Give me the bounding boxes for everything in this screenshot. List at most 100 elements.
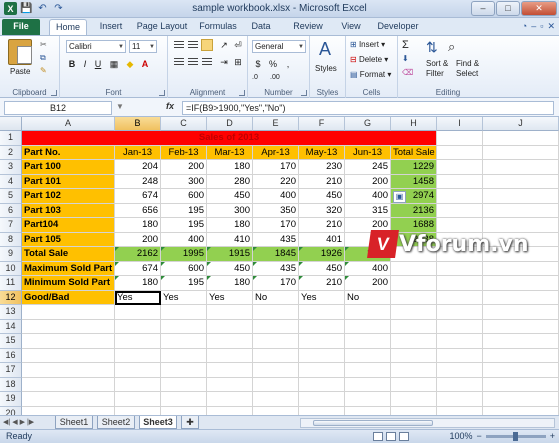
sales-value-cell[interactable]: 315 [345, 203, 391, 218]
name-box[interactable]: B12 [4, 101, 112, 115]
empty-cell[interactable] [115, 377, 161, 392]
sales-value-cell[interactable]: 220 [253, 174, 299, 189]
sales-value-cell[interactable]: 410 [207, 232, 253, 247]
tab-insert[interactable]: Insert [92, 19, 130, 35]
row-header-15[interactable]: 15 [0, 334, 22, 349]
empty-cell[interactable] [483, 348, 559, 363]
sales-value-cell[interactable]: 180 [115, 218, 161, 233]
empty-cell[interactable] [437, 145, 483, 160]
first-sheet-icon[interactable]: ◀| [3, 418, 10, 426]
font-name-combo[interactable]: Calibri ▼ [66, 40, 126, 53]
month-total-cell[interactable]: 1845 [253, 247, 299, 262]
row-header-3[interactable]: 3 [0, 160, 22, 175]
empty-cell[interactable] [22, 406, 115, 415]
good-bad-label[interactable]: Good/Bad [22, 290, 115, 305]
empty-cell[interactable] [345, 305, 391, 320]
row-header-7[interactable]: 7 [0, 218, 22, 233]
empty-cell[interactable] [345, 348, 391, 363]
empty-cell[interactable] [22, 319, 115, 334]
month-header[interactable]: Jun-13 [345, 145, 391, 160]
empty-cell[interactable] [22, 348, 115, 363]
empty-cell[interactable] [391, 392, 437, 407]
empty-cell[interactable] [22, 392, 115, 407]
prev-sheet-icon[interactable]: ◀ [12, 418, 17, 426]
empty-cell[interactable] [437, 203, 483, 218]
month-total-cell[interactable]: 1995 [161, 247, 207, 262]
last-sheet-icon[interactable]: |▶ [27, 418, 34, 426]
row-header-17[interactable]: 17 [0, 363, 22, 378]
page-break-view-icon[interactable] [399, 432, 409, 441]
maximize-button[interactable]: □ [496, 1, 520, 16]
empty-cell[interactable] [437, 261, 483, 276]
zoom-out-icon[interactable]: − [476, 431, 481, 441]
merge-center-icon[interactable]: ⊞ [232, 56, 244, 68]
empty-cell[interactable] [253, 392, 299, 407]
row-header-5[interactable]: 5 [0, 189, 22, 204]
empty-cell[interactable] [115, 406, 161, 415]
total-sale-label[interactable]: Total Sale [22, 247, 115, 262]
empty-cell[interactable] [345, 392, 391, 407]
part-name-cell[interactable]: Part 105 [22, 232, 115, 247]
empty-cell[interactable] [115, 334, 161, 349]
month-total-cell[interactable]: 1926 [299, 247, 345, 262]
filter-label[interactable]: Filter [426, 69, 444, 78]
minimize-button[interactable]: – [471, 1, 495, 16]
normal-view-icon[interactable] [373, 432, 383, 441]
max-value-cell[interactable]: 450 [207, 261, 253, 276]
fill-color-icon[interactable]: ◆ [124, 58, 136, 70]
row-header-1[interactable]: 1 [0, 131, 22, 146]
empty-cell[interactable] [483, 145, 559, 160]
empty-cell[interactable] [299, 334, 345, 349]
cut-icon[interactable]: ✂ [40, 40, 47, 49]
row-header-10[interactable]: 10 [0, 261, 22, 276]
zoom-level[interactable]: 100% [449, 431, 472, 441]
empty-cell[interactable] [483, 392, 559, 407]
find-select-icon[interactable]: ⌕ [448, 39, 455, 55]
empty-cell[interactable] [161, 406, 207, 415]
empty-cell[interactable] [437, 131, 483, 146]
empty-cell[interactable] [253, 348, 299, 363]
column-header-h[interactable]: H [391, 117, 437, 131]
empty-cell[interactable] [207, 334, 253, 349]
sales-value-cell[interactable]: 450 [299, 189, 345, 204]
sales-value-cell[interactable]: 180 [207, 160, 253, 175]
sales-value-cell[interactable]: 200 [115, 232, 161, 247]
align-right-icon[interactable] [202, 58, 212, 67]
column-header-e[interactable]: E [253, 117, 299, 131]
part-name-cell[interactable]: Part 102 [22, 189, 115, 204]
row-header-16[interactable]: 16 [0, 348, 22, 363]
tab-page-layout[interactable]: Page Layout [134, 19, 190, 35]
min-sold-label[interactable]: Minimum Sold Part [22, 276, 115, 291]
sales-value-cell[interactable]: 230 [299, 160, 345, 175]
sales-value-cell[interactable]: 400 [253, 189, 299, 204]
part-name-cell[interactable]: Part 101 [22, 174, 115, 189]
min-value-cell[interactable]: 180 [115, 276, 161, 291]
sales-value-cell[interactable]: 300 [207, 203, 253, 218]
empty-cell[interactable] [115, 319, 161, 334]
header-part-no[interactable]: Part No. [22, 145, 115, 160]
ribbon-close-icon[interactable]: ✕ [547, 21, 555, 32]
help-icon[interactable]: ◔ [522, 21, 527, 32]
tab-file[interactable]: File [2, 19, 40, 35]
empty-cell[interactable] [161, 305, 207, 320]
row-header-13[interactable]: 13 [0, 305, 22, 320]
good-bad-cell[interactable]: No [253, 290, 299, 305]
empty-cell[interactable] [161, 334, 207, 349]
empty-cell[interactable] [161, 348, 207, 363]
empty-cell[interactable] [22, 377, 115, 392]
row-header-6[interactable]: 6 [0, 203, 22, 218]
row-header-9[interactable]: 9 [0, 247, 22, 262]
empty-cell[interactable] [483, 189, 559, 204]
fill-icon[interactable]: ⬇ [402, 54, 409, 63]
empty-cell[interactable] [483, 377, 559, 392]
empty-cell[interactable] [437, 363, 483, 378]
empty-cell[interactable] [253, 363, 299, 378]
empty-cell[interactable] [391, 261, 437, 276]
empty-cell[interactable] [345, 334, 391, 349]
row-header-4[interactable]: 4 [0, 174, 22, 189]
name-box-dropdown-icon[interactable]: ▼ [116, 102, 124, 111]
align-middle-icon[interactable] [188, 41, 198, 50]
bold-button[interactable]: B [66, 58, 78, 70]
month-header[interactable]: Mar-13 [207, 145, 253, 160]
sales-value-cell[interactable]: 248 [115, 174, 161, 189]
